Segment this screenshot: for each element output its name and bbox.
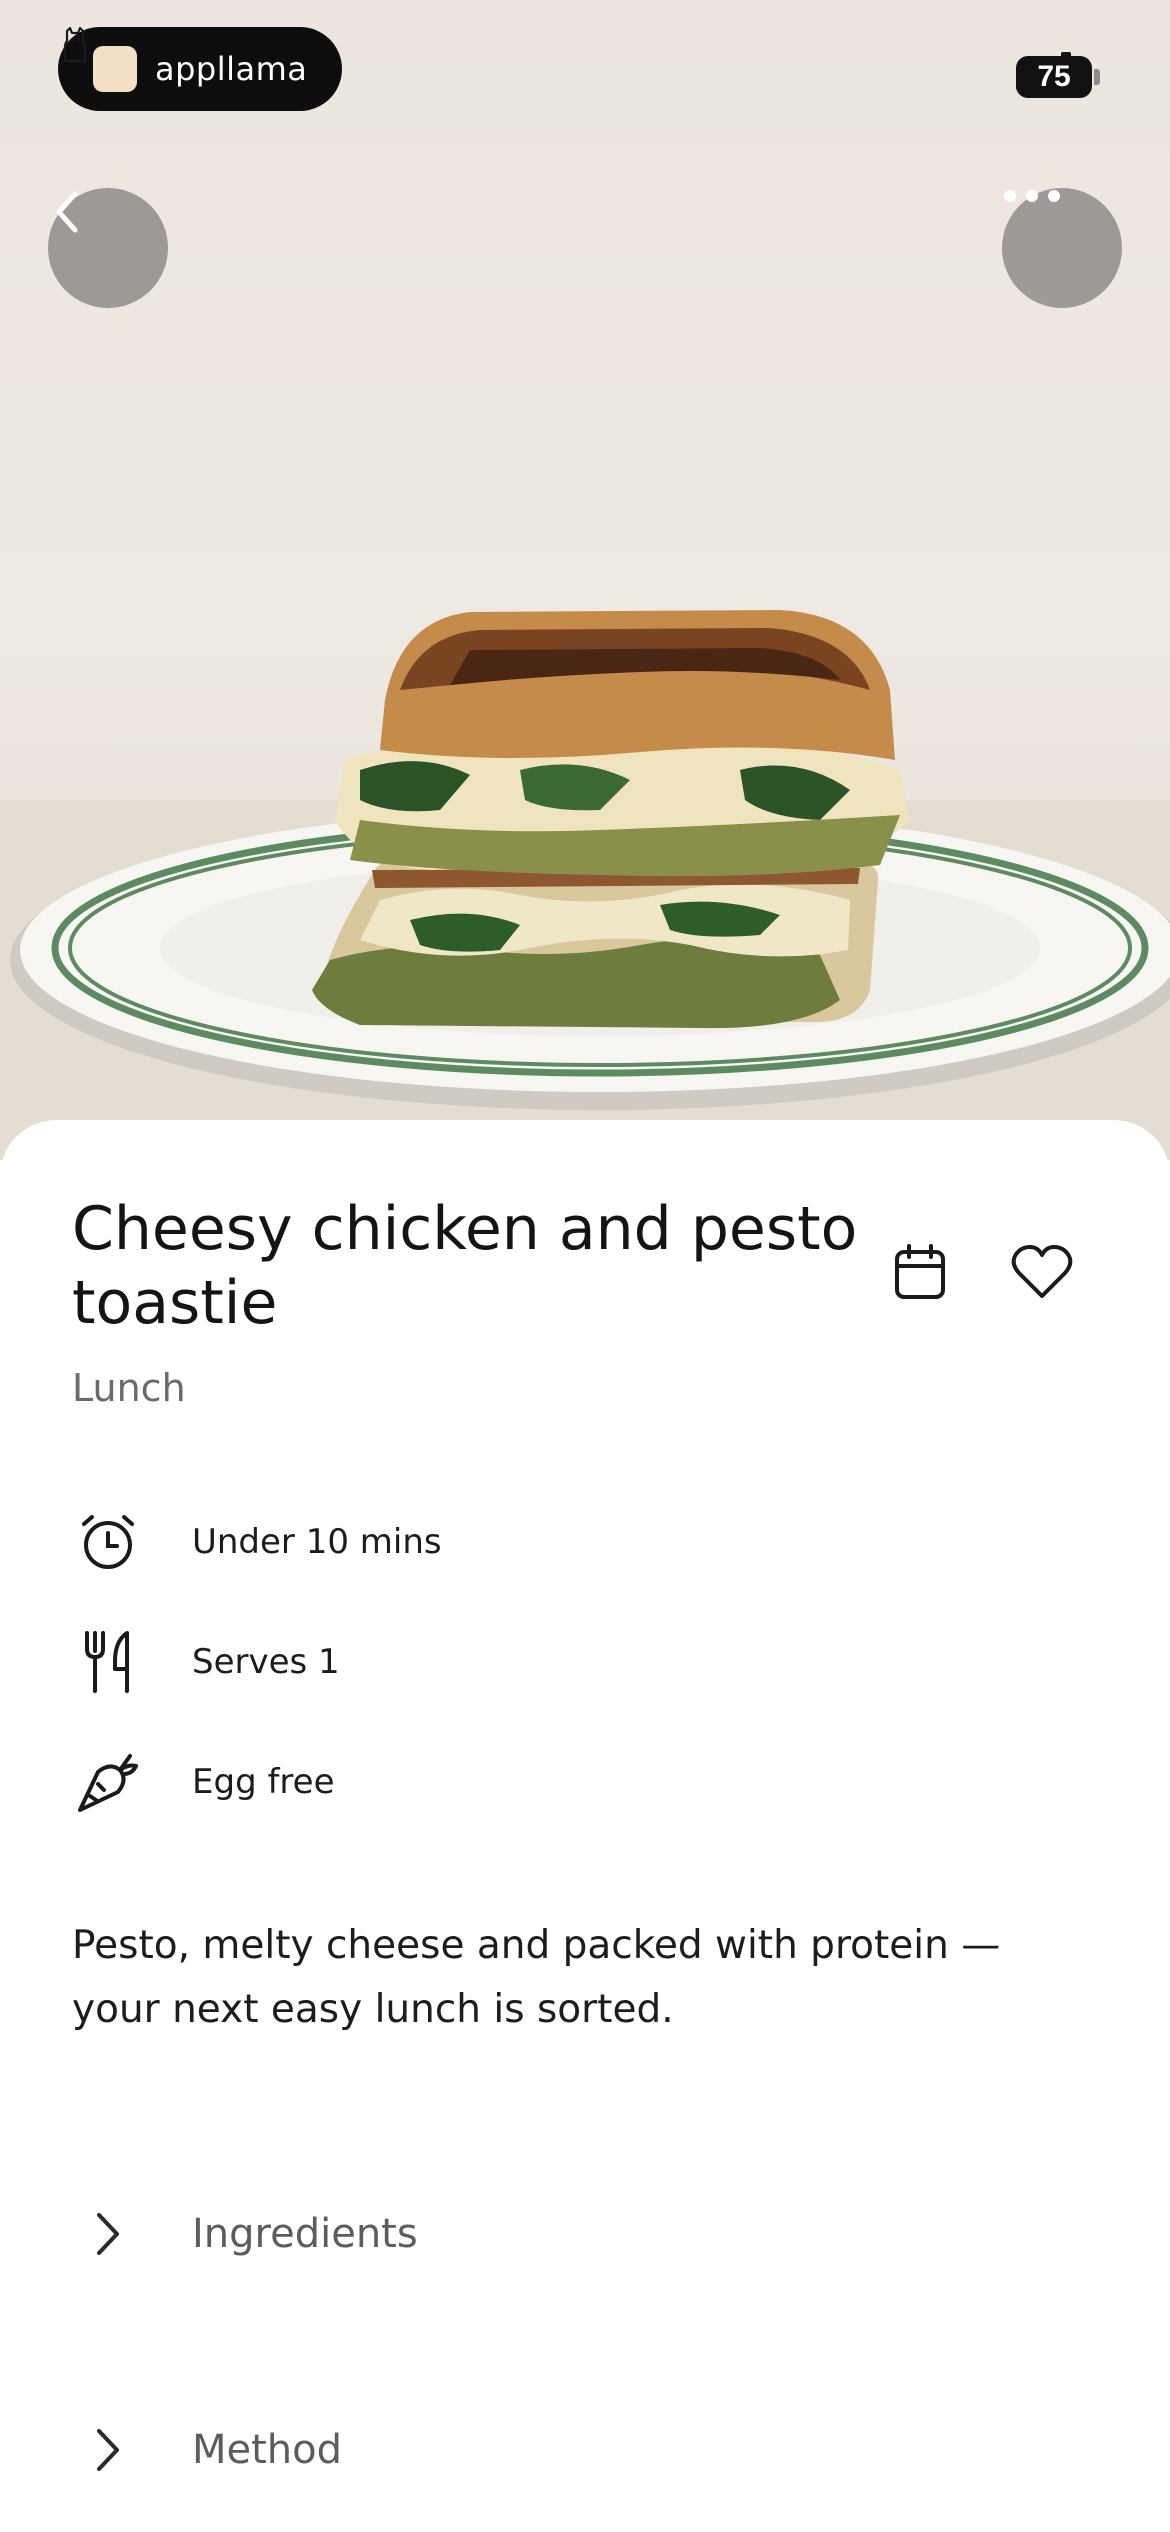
recipe-hero-image: appllama 75 [0, 0, 1170, 1160]
chevron-right-icon [72, 2198, 144, 2270]
carrot-icon [72, 1746, 144, 1818]
sandwich-photo [0, 610, 1170, 1160]
chevron-left-icon [56, 191, 78, 233]
ingredients-label: Ingredients [192, 2211, 418, 2257]
alarm-clock-icon [72, 1506, 144, 1578]
meta-time: Under 10 mins [72, 1506, 442, 1578]
llama-logo-icon [63, 27, 137, 92]
recipe-description: Pesto, melty cheese and packed with prot… [72, 1923, 1001, 2032]
calendar-icon [895, 1244, 945, 1299]
more-options-button[interactable] [1002, 188, 1122, 308]
app-name-label: appllama [155, 50, 308, 88]
recipe-details-sheet: Cheesy chicken and pesto toastie Lunch U… [0, 1120, 1170, 2532]
ingredients-section-toggle[interactable]: Ingredients [72, 2198, 418, 2270]
meta-time-text: Under 10 mins [192, 1522, 442, 1562]
recipe-actions [886, 1238, 1076, 1306]
meta-dietary: Egg free [72, 1746, 335, 1818]
recipe-category: Lunch [72, 1366, 186, 1410]
cutlery-icon [72, 1626, 144, 1698]
method-section-toggle[interactable]: Method [72, 2414, 342, 2486]
back-button[interactable] [48, 188, 168, 308]
meta-servings: Serves 1 [72, 1626, 340, 1698]
meta-dietary-text: Egg free [192, 1762, 335, 1802]
heart-icon [1011, 1245, 1073, 1298]
battery-icon: 75 [1016, 56, 1100, 98]
more-horizontal-icon [1004, 190, 1060, 202]
battery-level: 75 [1037, 60, 1071, 93]
recipe-title: Cheesy chicken and pesto toastie [72, 1194, 858, 1338]
status-icons: 75 [1016, 52, 1100, 102]
meta-servings-text: Serves 1 [192, 1642, 340, 1682]
method-label: Method [192, 2427, 343, 2473]
favorite-button[interactable] [1008, 1238, 1076, 1306]
app-indicator-pill[interactable]: appllama [58, 27, 342, 111]
add-to-calendar-button[interactable] [886, 1238, 954, 1306]
chevron-right-icon [72, 2414, 144, 2486]
